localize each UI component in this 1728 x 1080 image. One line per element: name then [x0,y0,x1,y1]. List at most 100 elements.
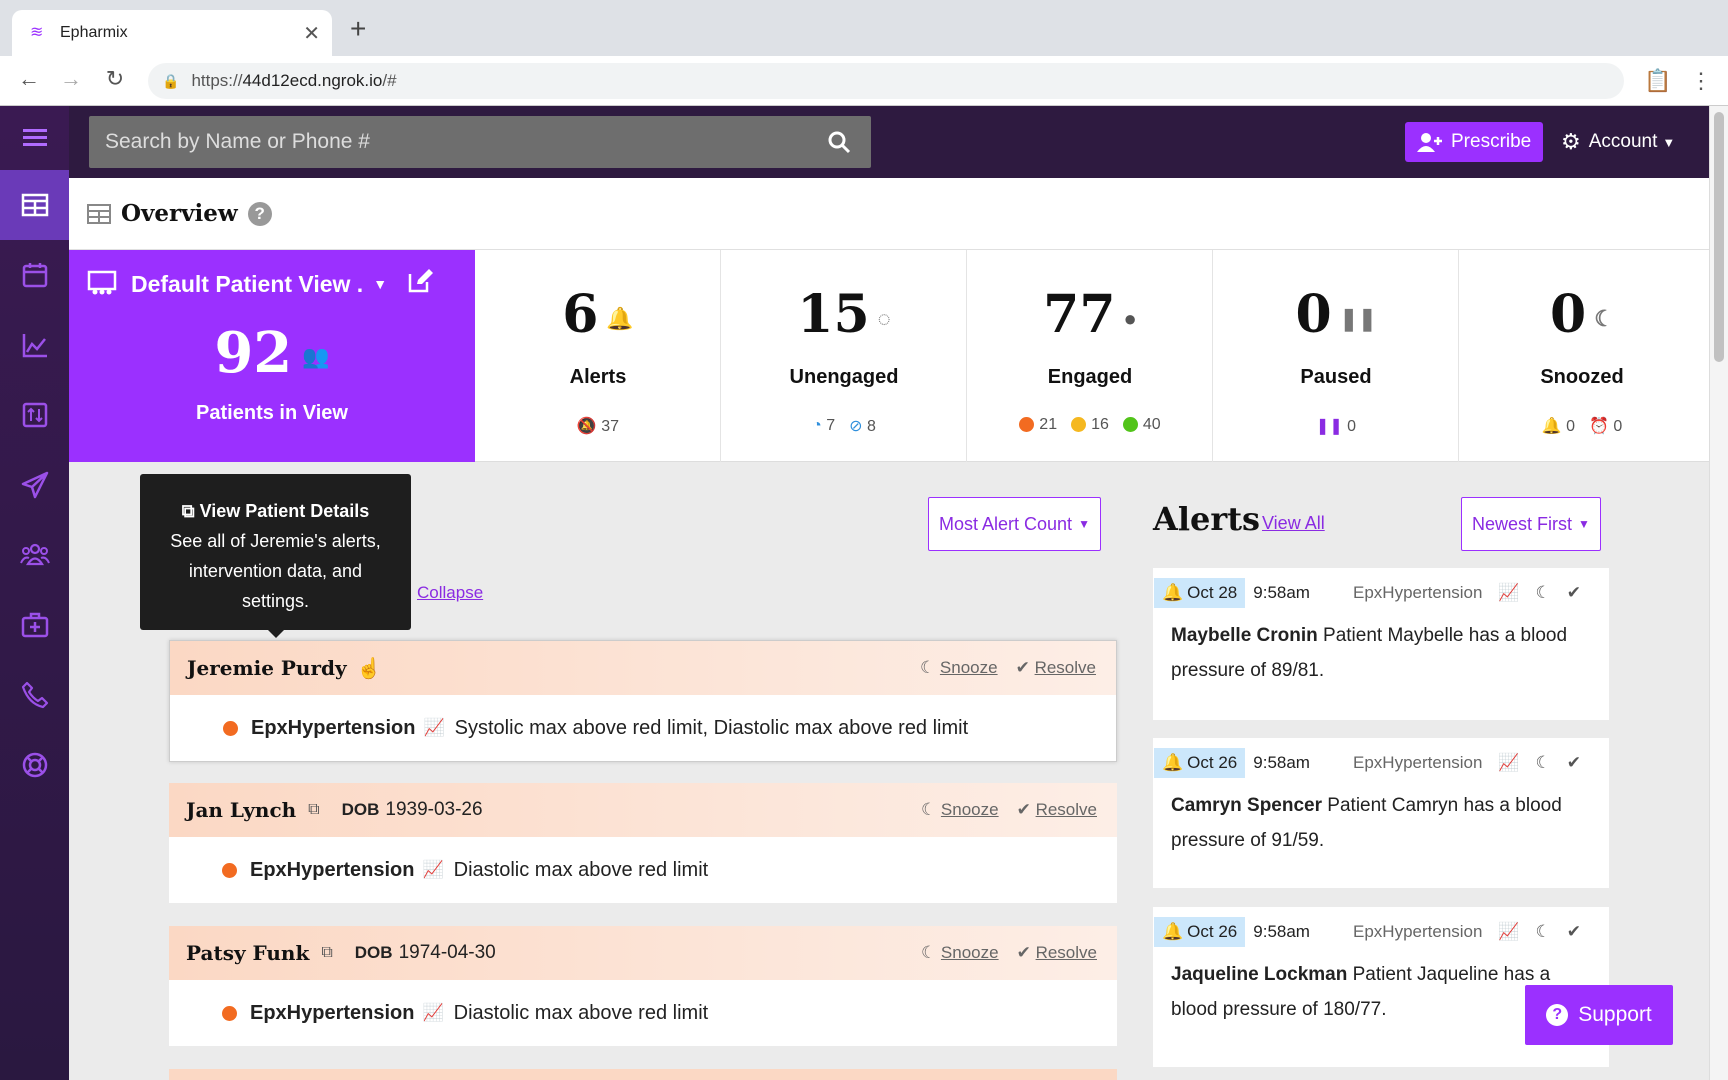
moon-icon[interactable]: ☾ [1536,922,1551,942]
reload-icon[interactable]: ↻ [100,66,130,92]
check-icon: ✔ [1016,800,1031,819]
patient-sort-dropdown[interactable]: Most Alert Count ▼ [928,497,1101,551]
search-icon[interactable] [807,116,871,168]
snooze-button[interactable]: ☾ Snooze [920,658,998,678]
medkit-icon [21,612,48,638]
calendar-icon [22,263,47,288]
external-link-icon[interactable]: ⧉ [321,944,332,962]
sidebar-item-help[interactable] [0,730,69,800]
edit-icon[interactable] [407,268,435,300]
chart-icon[interactable]: 📈 [1498,583,1519,603]
sidebar-item-transfer[interactable] [0,380,69,450]
alert-time: 9:58am [1253,583,1310,602]
hamburger-icon[interactable] [0,106,69,170]
clipboard-icon[interactable]: 📋 [1644,68,1671,94]
snooze-button[interactable]: ☾ Snooze [921,943,999,963]
sidebar-item-send[interactable] [0,450,69,520]
back-icon[interactable]: ← [14,66,44,92]
dob-value: 1974-04-30 [398,942,496,963]
patient-view-selector[interactable]: Default Patient View . ▼ [87,268,435,300]
forward-icon[interactable]: → [56,66,86,92]
resolve-button[interactable]: ✔ Resolve [1016,658,1096,678]
patient-card[interactable]: Jeremie Purdy ☝ ☾ Snooze ✔ Resolve EpxHy… [169,640,1117,762]
address-bar[interactable]: 🔒 https://44d12ecd.ngrok.io/# [148,63,1624,99]
alert-patient-name[interactable]: Maybelle Cronin [1171,625,1318,646]
circle-notch-icon: ◌ [877,305,891,331]
url-text: https://44d12ecd.ngrok.io/# [191,71,397,90]
help-icon[interactable]: ? [247,201,272,226]
sidebar-item-calendar[interactable] [0,240,69,310]
close-tab-icon[interactable]: ✕ [303,21,320,46]
sidebar-item-charts[interactable] [0,310,69,380]
sidebar-item-users[interactable] [0,520,69,590]
caret-down-icon: ▼ [1578,517,1590,531]
tooltip-text: See all of Jeremie's alerts, interventio… [170,531,381,611]
alert-message: Diastolic max above red limit [453,1001,709,1024]
alert-patient-name[interactable]: Camryn Spencer [1171,795,1322,816]
dob-label: DOB [354,943,393,962]
page-scrollbar[interactable] [1709,106,1728,1080]
pause-icon: ❚❚ [1339,305,1377,331]
stat-engaged[interactable]: 77 ● Engaged 21 16 40 [967,250,1213,462]
sidebar-item-medkit[interactable] [0,590,69,660]
alert-time: 9:58am [1253,922,1310,941]
app-topbar: Search by Name or Phone # Prescribe ⚙ Ac… [69,106,1709,178]
search-input[interactable]: Search by Name or Phone # [89,130,807,154]
external-link-icon: ⧉ [181,501,195,521]
patient-card[interactable]: Jan Lynch ⧉ DOB 1939-03-26 ☾ Snooze ✔ Re… [169,783,1117,903]
external-link-icon[interactable]: ⧉ [308,801,319,819]
prescribe-button[interactable]: Prescribe [1405,122,1544,162]
patient-name[interactable]: Jeremie Purdy [187,656,347,680]
patient-view-panel: Default Patient View . ▼ 92 👥 Patients in… [69,250,475,462]
stat-unengaged[interactable]: 15 ◌ Unengaged ◔ 7 ⊘ 8 [721,250,967,462]
view-all-link[interactable]: View All [1262,513,1325,534]
alert-message: Systolic max above red limit, Diastolic … [454,716,969,739]
hand-pointer-icon: ☝ [356,657,382,680]
resolve-button[interactable]: ✔ Resolve [1017,943,1097,963]
collapse-link[interactable]: Collapse [417,583,483,603]
stat-snoozed[interactable]: 0 ☾ Snoozed 🔔 0 ⏰ 0 [1459,250,1705,462]
bell-icon: 🔔 [606,305,634,331]
bell-icon: 🔔 [1541,418,1562,435]
red-status-dot [222,862,237,878]
check-icon[interactable]: ✔ [1567,753,1581,773]
sidebar-item-overview[interactable] [0,170,69,240]
green-status-dot [1122,417,1138,433]
patients-count: 92 👥 [214,320,330,386]
support-button[interactable]: ? Support [1525,985,1673,1045]
alert-patient-name[interactable]: Jaqueline Lockman [1171,964,1347,985]
bell-icon: 🔔 [1162,583,1184,602]
chart-icon[interactable]: 📈 [1498,922,1519,942]
check-icon[interactable]: ✔ [1567,583,1581,603]
chart-icon: 📈 [423,718,445,737]
moon-icon[interactable]: ☾ [1536,753,1551,773]
check-icon[interactable]: ✔ [1567,922,1581,942]
sidebar-item-phone[interactable] [0,660,69,730]
lifering-icon [22,752,47,778]
alert-sort-dropdown[interactable]: Newest First ▼ [1461,497,1601,551]
alert-date: 🔔 Oct 26 [1154,748,1246,778]
resolve-button[interactable]: ✔ Resolve [1017,800,1097,820]
patient-card[interactable]: Patsy Funk ⧉ DOB 1974-04-30 ☾ Snooze ✔ R… [169,926,1117,1046]
browser-tab[interactable]: ≋ Epharmix ✕ [12,10,332,56]
patient-name[interactable]: Jan Lynch [186,798,296,822]
alert-card[interactable]: 🔔 Oct 28 9:58am EpxHypertension 📈 ☾ ✔ Maybe… [1153,568,1609,720]
stat-paused[interactable]: 0 ❚❚ Paused ❚❚ 0 [1213,250,1459,462]
new-tab-icon[interactable]: + [350,14,366,44]
alert-message: Diastolic max above red limit [453,858,709,881]
program-name: EpxHypertension [250,1001,415,1024]
menu-dots-icon[interactable]: ⋮ [1690,68,1712,94]
account-menu[interactable]: ⚙ Account ▼ [1561,122,1675,162]
alert-card[interactable]: 🔔 Oct 26 9:58am EpxHypertension 📈 ☾ ✔ Camry… [1153,738,1609,888]
chart-icon[interactable]: 📈 [1498,753,1519,773]
alerts-title: Alerts [1153,500,1260,538]
search-bar[interactable]: Search by Name or Phone # [89,116,871,168]
moon-icon[interactable]: ☾ [1536,583,1551,603]
user-plus-icon [1417,133,1442,152]
stat-alerts[interactable]: 6 🔔 Alerts 🔕 37 [475,250,721,462]
patient-name[interactable]: Patsy Funk [186,941,309,965]
snooze-button[interactable]: ☾ Snooze [921,800,999,820]
caret-down-icon: ▼ [1662,134,1676,150]
red-status-dot [1019,417,1035,433]
alert-program: EpxHypertension [1353,583,1483,602]
